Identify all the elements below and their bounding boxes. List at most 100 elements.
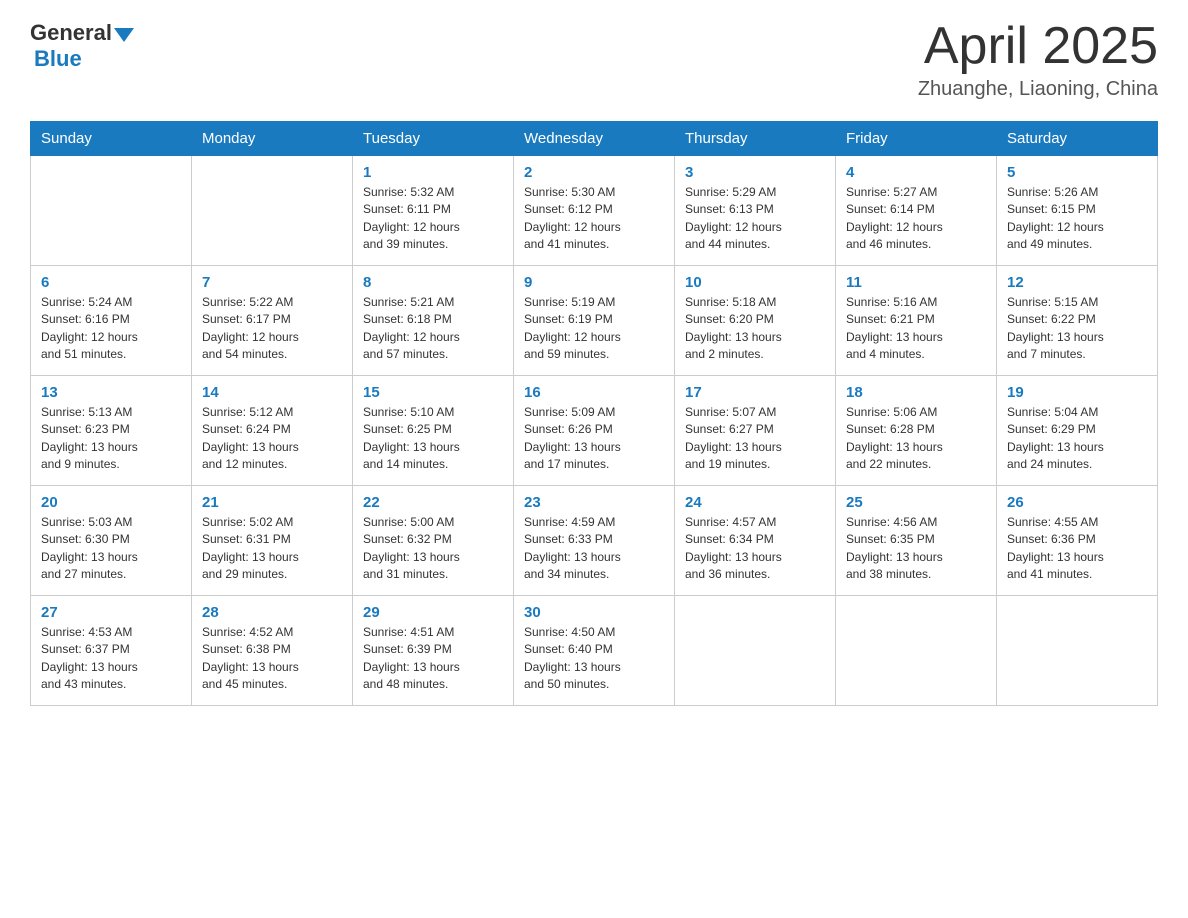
calendar-cell: 13Sunrise: 5:13 AM Sunset: 6:23 PM Dayli…	[31, 376, 192, 486]
calendar-cell: 23 Sunrise: 4:59 AM Sunset: 6:33 PM Dayli…	[514, 486, 675, 596]
calendar-cell: 28 Sunrise: 4:52 AM Sunset: 6:38 PM Dayli…	[192, 596, 353, 706]
day-number: 28	[202, 604, 342, 621]
calendar-cell: 11 Sunrise: 5:16 AM Sunset: 6:21 PM Dayli…	[836, 266, 997, 376]
day-number: 24	[685, 494, 825, 511]
day-number: 1	[363, 164, 503, 181]
calendar-cell: 1 Sunrise: 5:32 AM Sunset: 6:11 PM Daylig…	[353, 156, 514, 266]
header: General Blue April 2025 Zhuanghe, Liaoni…	[30, 20, 1158, 101]
calendar-table: SundayMondayTuesdayWednesdayThursdayFrid…	[30, 121, 1158, 706]
calendar-cell: 20 Sunrise: 5:03 AM Sunset: 6:30 PM Dayli…	[31, 486, 192, 596]
day-info: Sunrise: 5:13 AM Sunset: 6:23 PM Dayligh…	[41, 404, 181, 474]
logo: General Blue	[30, 20, 136, 72]
day-number: 27	[41, 604, 181, 621]
day-info: Sunrise: 5:12 AM Sunset: 6:24 PM Dayligh…	[202, 404, 342, 474]
calendar-week-row: 13Sunrise: 5:13 AM Sunset: 6:23 PM Dayli…	[31, 376, 1158, 486]
day-info: Sunrise: 4:55 AM Sunset: 6:36 PM Dayligh…	[1007, 514, 1147, 584]
day-number: 23	[524, 494, 664, 511]
day-info: Sunrise: 5:02 AM Sunset: 6:31 PM Dayligh…	[202, 514, 342, 584]
calendar-cell: 9 Sunrise: 5:19 AM Sunset: 6:19 PM Daylig…	[514, 266, 675, 376]
day-info: Sunrise: 5:30 AM Sunset: 6:12 PM Dayligh…	[524, 184, 664, 254]
day-info: Sunrise: 5:10 AM Sunset: 6:25 PM Dayligh…	[363, 404, 503, 474]
day-number: 10	[685, 274, 825, 291]
logo-blue-text: Blue	[34, 46, 82, 71]
weekday-header: Wednesday	[514, 122, 675, 156]
weekday-header: Saturday	[997, 122, 1158, 156]
calendar-cell: 25 Sunrise: 4:56 AM Sunset: 6:35 PM Dayli…	[836, 486, 997, 596]
calendar-cell: 30Sunrise: 4:50 AM Sunset: 6:40 PM Dayli…	[514, 596, 675, 706]
day-number: 26	[1007, 494, 1147, 511]
calendar-cell	[192, 156, 353, 266]
calendar-cell: 2 Sunrise: 5:30 AM Sunset: 6:12 PM Daylig…	[514, 156, 675, 266]
header-row: SundayMondayTuesdayWednesdayThursdayFrid…	[31, 122, 1158, 156]
calendar-cell: 29 Sunrise: 4:51 AM Sunset: 6:39 PM Dayli…	[353, 596, 514, 706]
day-number: 15	[363, 384, 503, 401]
day-info: Sunrise: 4:53 AM Sunset: 6:37 PM Dayligh…	[41, 624, 181, 694]
day-number: 4	[846, 164, 986, 181]
day-number: 6	[41, 274, 181, 291]
day-number: 14	[202, 384, 342, 401]
day-number: 19	[1007, 384, 1147, 401]
day-info: Sunrise: 5:00 AM Sunset: 6:32 PM Dayligh…	[363, 514, 503, 584]
calendar-cell: 15 Sunrise: 5:10 AM Sunset: 6:25 PM Dayli…	[353, 376, 514, 486]
calendar-cell: 16 Sunrise: 5:09 AM Sunset: 6:26 PM Dayli…	[514, 376, 675, 486]
weekday-header: Sunday	[31, 122, 192, 156]
calendar-cell: 7 Sunrise: 5:22 AM Sunset: 6:17 PM Daylig…	[192, 266, 353, 376]
day-info: Sunrise: 5:09 AM Sunset: 6:26 PM Dayligh…	[524, 404, 664, 474]
weekday-header: Tuesday	[353, 122, 514, 156]
day-info: Sunrise: 5:16 AM Sunset: 6:21 PM Dayligh…	[846, 294, 986, 364]
day-info: Sunrise: 5:06 AM Sunset: 6:28 PM Dayligh…	[846, 404, 986, 474]
day-number: 25	[846, 494, 986, 511]
day-info: Sunrise: 5:22 AM Sunset: 6:17 PM Dayligh…	[202, 294, 342, 364]
day-info: Sunrise: 5:04 AM Sunset: 6:29 PM Dayligh…	[1007, 404, 1147, 474]
weekday-header: Monday	[192, 122, 353, 156]
calendar-body: 1 Sunrise: 5:32 AM Sunset: 6:11 PM Daylig…	[31, 156, 1158, 706]
day-info: Sunrise: 4:59 AM Sunset: 6:33 PM Dayligh…	[524, 514, 664, 584]
day-number: 20	[41, 494, 181, 511]
day-info: Sunrise: 5:26 AM Sunset: 6:15 PM Dayligh…	[1007, 184, 1147, 254]
day-info: Sunrise: 5:29 AM Sunset: 6:13 PM Dayligh…	[685, 184, 825, 254]
title-section: April 2025 Zhuanghe, Liaoning, China	[918, 20, 1158, 101]
calendar-cell	[997, 596, 1158, 706]
day-number: 16	[524, 384, 664, 401]
day-number: 5	[1007, 164, 1147, 181]
calendar-week-row: 1 Sunrise: 5:32 AM Sunset: 6:11 PM Daylig…	[31, 156, 1158, 266]
day-number: 18	[846, 384, 986, 401]
logo-arrow-icon	[114, 28, 134, 42]
day-number: 2	[524, 164, 664, 181]
weekday-header: Friday	[836, 122, 997, 156]
day-info: Sunrise: 4:57 AM Sunset: 6:34 PM Dayligh…	[685, 514, 825, 584]
day-number: 12	[1007, 274, 1147, 291]
day-number: 21	[202, 494, 342, 511]
calendar-subtitle: Zhuanghe, Liaoning, China	[918, 78, 1158, 101]
day-number: 11	[846, 274, 986, 291]
day-info: Sunrise: 4:50 AM Sunset: 6:40 PM Dayligh…	[524, 624, 664, 694]
calendar-cell: 6 Sunrise: 5:24 AM Sunset: 6:16 PM Daylig…	[31, 266, 192, 376]
day-info: Sunrise: 4:56 AM Sunset: 6:35 PM Dayligh…	[846, 514, 986, 584]
day-number: 7	[202, 274, 342, 291]
day-info: Sunrise: 5:24 AM Sunset: 6:16 PM Dayligh…	[41, 294, 181, 364]
calendar-cell: 5 Sunrise: 5:26 AM Sunset: 6:15 PM Daylig…	[997, 156, 1158, 266]
day-number: 29	[363, 604, 503, 621]
weekday-header: Thursday	[675, 122, 836, 156]
day-info: Sunrise: 5:07 AM Sunset: 6:27 PM Dayligh…	[685, 404, 825, 474]
logo-general-text: General	[30, 20, 112, 46]
day-number: 17	[685, 384, 825, 401]
calendar-cell	[675, 596, 836, 706]
calendar-cell: 26 Sunrise: 4:55 AM Sunset: 6:36 PM Dayli…	[997, 486, 1158, 596]
calendar-cell: 21 Sunrise: 5:02 AM Sunset: 6:31 PM Dayli…	[192, 486, 353, 596]
day-info: Sunrise: 5:03 AM Sunset: 6:30 PM Dayligh…	[41, 514, 181, 584]
day-number: 3	[685, 164, 825, 181]
calendar-cell: 12Sunrise: 5:15 AM Sunset: 6:22 PM Dayli…	[997, 266, 1158, 376]
day-info: Sunrise: 4:51 AM Sunset: 6:39 PM Dayligh…	[363, 624, 503, 694]
day-info: Sunrise: 5:19 AM Sunset: 6:19 PM Dayligh…	[524, 294, 664, 364]
day-number: 22	[363, 494, 503, 511]
calendar-cell: 22 Sunrise: 5:00 AM Sunset: 6:32 PM Dayli…	[353, 486, 514, 596]
day-info: Sunrise: 5:27 AM Sunset: 6:14 PM Dayligh…	[846, 184, 986, 254]
day-number: 8	[363, 274, 503, 291]
calendar-cell: 18 Sunrise: 5:06 AM Sunset: 6:28 PM Dayli…	[836, 376, 997, 486]
calendar-cell	[31, 156, 192, 266]
day-info: Sunrise: 5:32 AM Sunset: 6:11 PM Dayligh…	[363, 184, 503, 254]
calendar-cell: 19 Sunrise: 5:04 AM Sunset: 6:29 PM Dayli…	[997, 376, 1158, 486]
day-info: Sunrise: 4:52 AM Sunset: 6:38 PM Dayligh…	[202, 624, 342, 694]
day-number: 9	[524, 274, 664, 291]
